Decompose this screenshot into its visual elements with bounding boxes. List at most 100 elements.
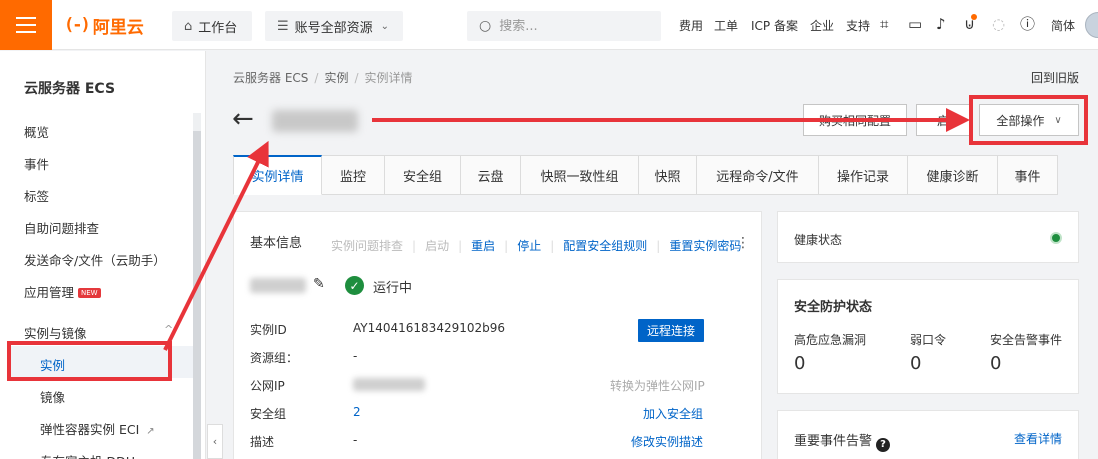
back-arrow-icon[interactable]: ← (232, 104, 254, 134)
critical-vuln-count[interactable]: 0 (794, 353, 805, 374)
logo-mark-icon: (-) (64, 15, 91, 35)
security-group-count[interactable]: 2 (353, 405, 361, 419)
troubleshoot-action[interactable]: 实例问题排查 (331, 237, 403, 254)
api-icon[interactable]: ⌗ (880, 15, 888, 33)
description-value: - (353, 433, 358, 447)
instance-name-redacted (272, 110, 358, 132)
divider: | (458, 238, 463, 253)
public-ip-blurred (353, 378, 425, 391)
edit-icon[interactable]: ✎ (313, 276, 325, 292)
breadcrumb-ecs[interactable]: 云服务器 ECS (233, 71, 308, 85)
sidebar-item-label: 弹性容器实例 ECI (40, 422, 140, 437)
tab-events[interactable]: 事件 (998, 155, 1058, 195)
instance-status: 运行中 (373, 281, 413, 296)
tab-disks[interactable]: 云盘 (461, 155, 521, 195)
language-switch[interactable]: 简体 (1051, 17, 1075, 34)
workbench-button[interactable]: ⌂ 工作台 (172, 11, 252, 41)
join-security-group-link[interactable]: 加入安全组 (643, 405, 703, 422)
home-icon: ⌂ (184, 18, 193, 34)
cart-icon[interactable]: ⊍ (964, 15, 975, 33)
aliyun-logo[interactable]: (-) 阿里云 (64, 13, 144, 38)
highlight-instances-box (7, 341, 172, 381)
back-to-old-version-link[interactable]: 回到旧版 (1031, 69, 1079, 86)
resource-scope-dropdown[interactable]: ☰ 账号全部资源 ⌄ (265, 11, 403, 41)
nav-link-support[interactable]: 支持 (846, 17, 870, 34)
nav-link-icp[interactable]: ICP 备案 (751, 17, 798, 34)
tab-remote-commands[interactable]: 远程命令/文件 (697, 155, 819, 195)
instance-id-value: AY140416183429102b96 (353, 321, 506, 335)
tab-monitoring[interactable]: 监控 (322, 155, 385, 195)
nav-link-enterprise[interactable]: 企业 (810, 17, 834, 34)
menu-icon-bar (16, 31, 36, 33)
breadcrumb-instances[interactable]: 实例 (324, 71, 348, 85)
edit-description-link[interactable]: 修改实例描述 (631, 433, 703, 450)
start-button[interactable]: 启 (916, 104, 970, 136)
sidebar-item-app-management[interactable]: 应用管理 NEW (24, 282, 101, 301)
resource-scope-label: 账号全部资源 (294, 20, 373, 36)
more-actions-icon[interactable]: ⋮ (736, 234, 750, 252)
chevron-up-icon: ^ (164, 323, 174, 336)
search-box[interactable]: ○ (467, 11, 661, 41)
breadcrumb-separator: / (314, 71, 319, 85)
public-ip-label: 公网IP (250, 379, 285, 393)
sidebar-item-ddh[interactable]: 专有宿主机 DDH (40, 451, 135, 459)
sidebar: 云服务器 ECS 概览 事件 标签 自助问题排查 发送命令/文件（云助手） 应用… (0, 51, 206, 459)
instance-name-blurred (250, 278, 306, 293)
sidebar-scrollbar-thumb[interactable] (193, 131, 201, 459)
sidebar-collapse-button[interactable]: ‹ (207, 424, 223, 459)
remote-connect-button[interactable]: 远程连接 (638, 319, 704, 342)
configure-sg-rules-action[interactable]: 配置安全组规则 (563, 237, 647, 254)
chevron-left-icon: ‹ (212, 435, 218, 448)
menu-button[interactable] (0, 0, 52, 50)
nav-link-tickets[interactable]: 工单 (714, 17, 738, 34)
important-events-label: 重要事件告警 (794, 434, 873, 449)
resource-group-value: - (353, 349, 358, 363)
search-icon: ○ (479, 18, 492, 34)
nav-link-billing[interactable]: 费用 (679, 17, 703, 34)
instance-id-label: 实例ID (250, 323, 287, 337)
tab-snapshots[interactable]: 快照 (639, 155, 697, 195)
button-label: 启 (936, 113, 949, 128)
terminal-icon[interactable]: ▭ (908, 15, 922, 33)
sidebar-item-overview[interactable]: 概览 (24, 122, 49, 141)
critical-vuln-label: 高危应急漏洞 (794, 333, 867, 347)
tab-security-groups[interactable]: 安全组 (385, 155, 461, 195)
security-status-title: 安全防护状态 (794, 300, 873, 315)
button-label: 购买相同配置 (818, 113, 891, 128)
search-input[interactable] (499, 18, 640, 34)
view-details-link[interactable]: 查看详情 (1014, 430, 1062, 447)
sidebar-item-cloud-assistant[interactable]: 发送命令/文件（云助手） (24, 250, 166, 269)
basic-info-actions: 实例问题排查 | 启动 | 重启 | 停止 | 配置安全组规则 | 重置实例密码 (331, 237, 750, 254)
sidebar-item-events[interactable]: 事件 (24, 154, 49, 173)
lightbulb-icon[interactable]: ◌ (992, 15, 1005, 33)
start-action[interactable]: 启动 (425, 237, 449, 254)
tab-operation-logs[interactable]: 操作记录 (819, 155, 908, 195)
stop-action[interactable]: 停止 (517, 237, 541, 254)
sidebar-group-instances-images[interactable]: 实例与镜像 ^ (24, 323, 173, 342)
top-navigation-bar: (-) 阿里云 ⌂ 工作台 ☰ 账号全部资源 ⌄ ○ 费用 工单 ICP 备案 … (0, 0, 1098, 50)
reset-password-action[interactable]: 重置实例密码 (669, 237, 741, 254)
security-alerts-count[interactable]: 0 (990, 353, 1001, 374)
external-link-icon: ↗ (146, 426, 155, 437)
weak-password-count[interactable]: 0 (910, 353, 921, 374)
sidebar-item-images[interactable]: 镜像 (40, 387, 65, 406)
help-icon[interactable]: ⓘ (1020, 15, 1035, 33)
workbench-label: 工作台 (198, 20, 238, 36)
sidebar-group-label: 实例与镜像 (24, 326, 87, 341)
list-icon: ☰ (277, 18, 289, 34)
tab-health-diagnosis[interactable]: 健康诊断 (908, 155, 998, 195)
buy-same-config-button[interactable]: 购买相同配置 (803, 104, 907, 136)
breadcrumb-current: 实例详情 (364, 71, 413, 85)
question-icon[interactable]: ? (876, 438, 891, 452)
user-avatar[interactable] (1085, 12, 1098, 38)
sidebar-item-tags[interactable]: 标签 (24, 186, 49, 205)
bell-icon[interactable]: ♪ (936, 15, 946, 33)
restart-action[interactable]: 重启 (471, 237, 495, 254)
tab-instance-details[interactable]: 实例详情 (233, 155, 322, 195)
breadcrumb: 云服务器 ECS / 实例 / 实例详情 (233, 69, 413, 86)
convert-to-eip-link[interactable]: 转换为弹性公网IP (610, 377, 705, 394)
tab-snapshot-consistency-groups[interactable]: 快照一致性组 (521, 155, 639, 195)
resource-group-label: 资源组： (250, 351, 299, 365)
sidebar-item-eci[interactable]: 弹性容器实例 ECI ↗ (40, 419, 155, 438)
sidebar-item-troubleshoot[interactable]: 自助问题排查 (24, 218, 99, 237)
